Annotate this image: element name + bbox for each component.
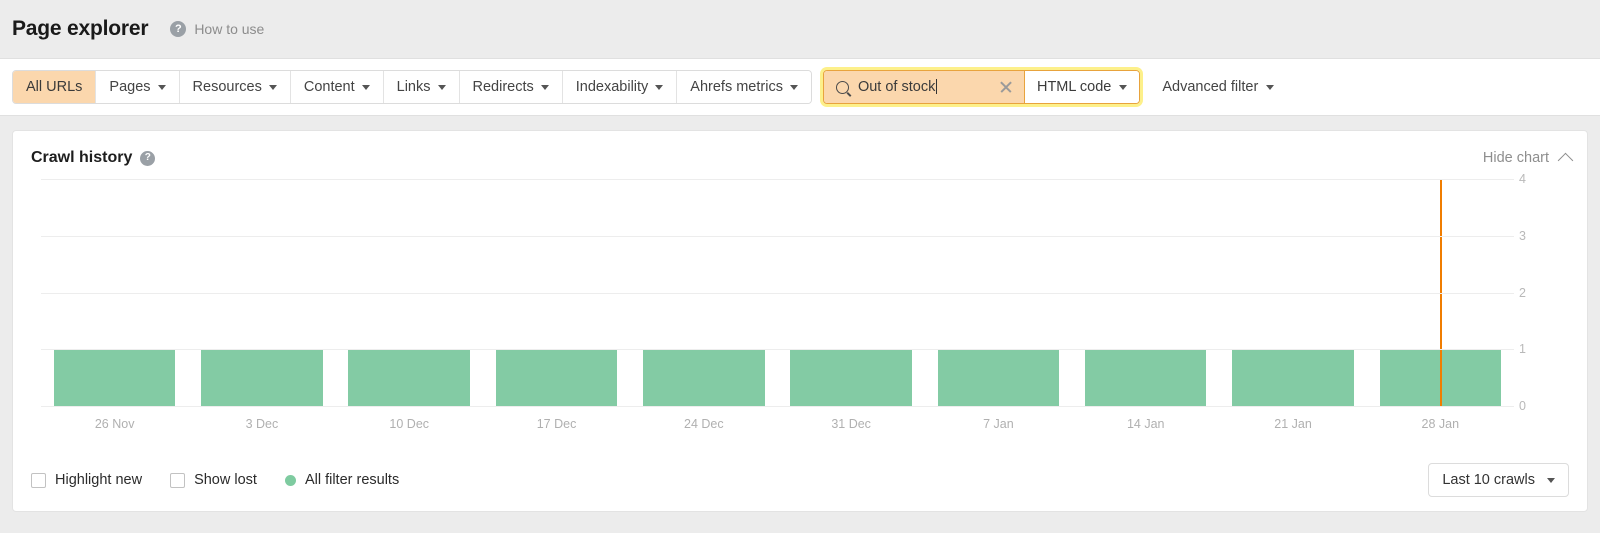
chevron-down-icon bbox=[269, 85, 277, 90]
crawl-history-card: Crawl history ? Hide chart 26 Nov3 Dec10… bbox=[12, 130, 1588, 512]
search-input-value: Out of stock bbox=[858, 79, 990, 95]
chart-bar[interactable] bbox=[938, 349, 1060, 406]
filter-segment-indexability[interactable]: Indexability bbox=[563, 71, 678, 103]
legend-label: All filter results bbox=[305, 472, 399, 488]
chart-bar[interactable] bbox=[54, 349, 176, 406]
filter-segment-label: Content bbox=[304, 79, 355, 95]
chart-bar[interactable] bbox=[201, 349, 323, 406]
chart-bar[interactable] bbox=[1085, 349, 1207, 406]
chart-x-axis-label: 21 Jan bbox=[1274, 417, 1312, 431]
chart-x-axis-label: 14 Jan bbox=[1127, 417, 1165, 431]
crawl-history-header: Crawl history ? Hide chart bbox=[13, 131, 1587, 167]
chart-x-axis-label: 17 Dec bbox=[537, 417, 577, 431]
highlight-new-checkbox[interactable]: Highlight new bbox=[31, 472, 142, 488]
crawls-range-dropdown[interactable]: Last 10 crawls bbox=[1428, 463, 1569, 497]
filter-segment-label: All URLs bbox=[26, 79, 82, 95]
chart-y-axis-label: 2 bbox=[1519, 286, 1559, 300]
chart-y-axis-label: 1 bbox=[1519, 342, 1559, 356]
chart-x-axis-label: 3 Dec bbox=[246, 417, 279, 431]
chart-plot-area: 26 Nov3 Dec10 Dec17 Dec24 Dec31 Dec7 Jan… bbox=[41, 179, 1514, 406]
chart-x-axis-label: 24 Dec bbox=[684, 417, 724, 431]
advanced-filter-dropdown[interactable]: Advanced filter bbox=[1162, 79, 1274, 95]
how-to-use-label: How to use bbox=[194, 21, 264, 37]
chart-x-axis-label: 7 Jan bbox=[983, 417, 1014, 431]
chart-x-axis-label: 10 Dec bbox=[389, 417, 429, 431]
chevron-down-icon bbox=[541, 85, 549, 90]
chart-footer: Highlight new Show lost All filter resul… bbox=[31, 463, 1569, 497]
filter-segment-redirects[interactable]: Redirects bbox=[460, 71, 563, 103]
filter-segment-label: Resources bbox=[193, 79, 262, 95]
filter-bar: All URLs Pages Resources Content Links Redire… bbox=[0, 58, 1600, 116]
chevron-up-icon bbox=[1558, 152, 1574, 168]
filter-segment-group: All URLs Pages Resources Content Links Redire… bbox=[12, 70, 812, 104]
chart-x-axis-label: 26 Nov bbox=[95, 417, 135, 431]
filter-segment-label: Redirects bbox=[473, 79, 534, 95]
text-cursor bbox=[936, 79, 937, 94]
search-input[interactable]: Out of stock bbox=[824, 71, 1024, 103]
filter-segment-label: Pages bbox=[109, 79, 150, 95]
page-header: Page explorer ? How to use bbox=[0, 0, 1600, 58]
checkbox-box bbox=[170, 473, 185, 488]
question-mark-icon: ? bbox=[170, 21, 186, 37]
filter-segment-ahrefs-metrics[interactable]: Ahrefs metrics bbox=[677, 71, 811, 103]
chart-x-axis-label: 31 Dec bbox=[831, 417, 871, 431]
filter-segment-all-urls[interactable]: All URLs bbox=[13, 71, 96, 103]
question-mark-icon[interactable]: ? bbox=[140, 151, 155, 166]
filter-segment-content[interactable]: Content bbox=[291, 71, 384, 103]
chart-y-axis-label: 4 bbox=[1519, 172, 1559, 186]
show-lost-checkbox[interactable]: Show lost bbox=[170, 472, 257, 488]
crawl-history-chart: 26 Nov 3 Dec 10 Dec 17 Dec 24 Dec 31 Dec 7 Jan… bbox=[31, 179, 1569, 434]
chart-y-axis-label: 3 bbox=[1519, 229, 1559, 243]
chart-gridline bbox=[41, 179, 1514, 180]
chart-gridline bbox=[41, 293, 1514, 294]
legend-color-dot bbox=[285, 475, 296, 486]
search-icon bbox=[836, 81, 849, 94]
chevron-down-icon bbox=[362, 85, 370, 90]
page-title: Page explorer bbox=[12, 17, 148, 41]
hide-chart-label: Hide chart bbox=[1483, 150, 1549, 166]
close-icon[interactable] bbox=[999, 80, 1014, 95]
chevron-down-icon bbox=[1119, 85, 1127, 90]
chart-bar[interactable] bbox=[496, 349, 618, 406]
filter-segment-label: Links bbox=[397, 79, 431, 95]
chevron-down-icon bbox=[158, 85, 166, 90]
filter-segment-pages[interactable]: Pages bbox=[96, 71, 179, 103]
chart-bar[interactable] bbox=[1232, 349, 1354, 406]
chart-legend-all-filter-results[interactable]: All filter results bbox=[285, 472, 399, 488]
chevron-down-icon bbox=[655, 85, 663, 90]
chart-gridline bbox=[41, 349, 1514, 350]
how-to-use-link[interactable]: ? How to use bbox=[170, 21, 264, 37]
search-control: Out of stock HTML code bbox=[823, 70, 1140, 104]
filter-segment-label: Ahrefs metrics bbox=[690, 79, 783, 95]
chart-x-axis-label: 28 Jan bbox=[1422, 417, 1460, 431]
search-mode-label: HTML code bbox=[1037, 79, 1111, 95]
checkbox-box bbox=[31, 473, 46, 488]
chart-gridline bbox=[41, 236, 1514, 237]
chart-y-axis-label: 0 bbox=[1519, 399, 1559, 413]
crawls-range-label: Last 10 crawls bbox=[1442, 472, 1535, 488]
crawl-history-title: Crawl history bbox=[31, 149, 132, 167]
chart-bar[interactable] bbox=[643, 349, 765, 406]
advanced-filter-label: Advanced filter bbox=[1162, 79, 1258, 95]
chevron-down-icon bbox=[790, 85, 798, 90]
chevron-down-icon bbox=[1266, 85, 1274, 90]
chart-bar[interactable] bbox=[790, 349, 912, 406]
chart-bar[interactable] bbox=[348, 349, 470, 406]
filter-segment-resources[interactable]: Resources bbox=[180, 71, 291, 103]
filter-segment-links[interactable]: Links bbox=[384, 71, 460, 103]
chart-gridline bbox=[41, 406, 1514, 407]
chevron-down-icon bbox=[438, 85, 446, 90]
filter-segment-label: Indexability bbox=[576, 79, 649, 95]
hide-chart-toggle[interactable]: Hide chart bbox=[1483, 150, 1571, 166]
show-lost-label: Show lost bbox=[194, 472, 257, 488]
search-mode-dropdown[interactable]: HTML code bbox=[1024, 71, 1139, 103]
chevron-down-icon bbox=[1547, 478, 1555, 483]
highlight-new-label: Highlight new bbox=[55, 472, 142, 488]
